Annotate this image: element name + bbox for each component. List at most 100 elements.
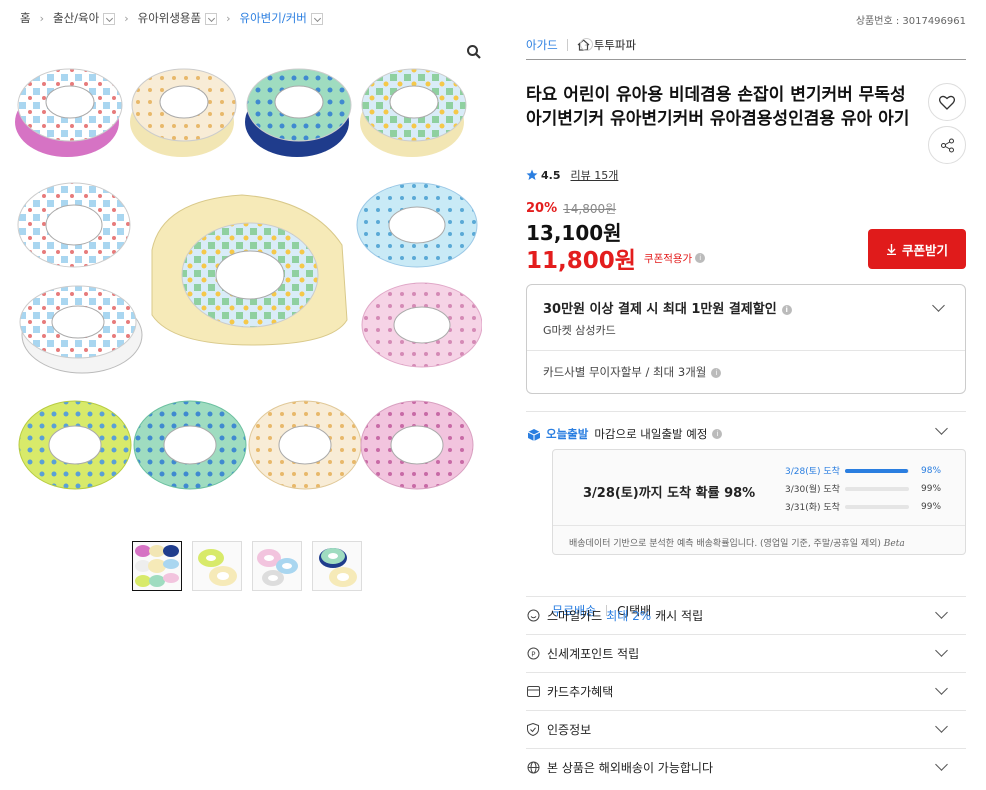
review-link[interactable]: 리뷰 15개 [571, 167, 619, 183]
delivery-probability: 98% [921, 465, 942, 476]
product-number: 상품번호 : 3017496961 [855, 16, 966, 27]
probability-bar [845, 504, 909, 509]
store-name: 투투파파 [593, 37, 637, 52]
coupon-download-button[interactable]: 쿠폰받기 [868, 229, 966, 269]
breadcrumb-category-2[interactable]: 유아위생용품 [138, 10, 201, 26]
info-icon[interactable]: i [712, 429, 723, 439]
store-link[interactable]: 투투파파 › [577, 35, 637, 54]
probability-bar-fill [845, 468, 908, 473]
card-name: G마켓 삼성카드 [543, 324, 616, 337]
coupon-price: 11,800원 [526, 248, 636, 274]
delivery-note-text: 배송데이터 기반으로 분석한 예측 배송확률입니다. (영업일 기준, 주말/공… [569, 539, 881, 549]
thumbnail-1[interactable] [132, 541, 182, 591]
today-shipping-text: 마감으로 내일출발 예정 [594, 427, 708, 441]
wishlist-button[interactable] [928, 83, 966, 121]
delivery-date: 3/30(월) 도착 [785, 485, 840, 495]
card-benefit-title: 30만원 이상 결제 시 최대 1만원 결제할인 i [543, 298, 792, 317]
card-benefit-title-text: 30만원 이상 결제 시 최대 1만원 결제할인 [543, 302, 777, 317]
delivery-probability: 99% [921, 501, 942, 512]
discount-rate: 20% [526, 201, 558, 216]
beta-label: Beta [883, 539, 905, 549]
delivery-date: 3/28(토) 도착 [785, 467, 840, 477]
accordion-shinsegae[interactable]: P 신세계포인트 적립 [526, 634, 966, 672]
credit-card-icon [526, 685, 540, 699]
overseas-label: 본 상품은 해외배송이 가능합니다 [547, 761, 714, 775]
seller-bar: 아가드 투투파파 › [526, 35, 966, 60]
coupon-button-label: 쿠폰받기 [901, 242, 948, 258]
card-extra-label: 카드추가혜택 [547, 685, 614, 699]
chevron-down-icon [935, 606, 948, 619]
share-button[interactable] [928, 126, 966, 164]
rating-score: 4.5 [541, 168, 561, 182]
probability-bar [845, 468, 909, 473]
zoom-icon[interactable] [466, 44, 482, 60]
delivery-headline: 3/28(토)까지 도착 확률 98% [583, 486, 756, 501]
thumbnail-4[interactable] [312, 541, 362, 591]
coupon-price-label: 쿠폰적용가 [643, 252, 693, 265]
chevron-down-icon[interactable] [932, 299, 945, 312]
delivery-note: 배송데이터 기반으로 분석한 예측 배송확률입니다. (영업일 기준, 주말/공… [569, 536, 905, 549]
shield-check-icon [526, 723, 540, 737]
today-shipping-label: 오늘출발 [546, 427, 589, 441]
smile-icon [526, 609, 540, 623]
dropdown-toggle[interactable] [310, 13, 323, 25]
dropdown-toggle[interactable] [103, 13, 116, 25]
installment-info: 카드사별 무이자할부 / 최대 3개월 i [543, 364, 722, 380]
coupon-price-row: 11,800원 쿠폰적용가 i [526, 241, 706, 275]
discount-row: 20% 14,800원 [526, 200, 616, 217]
smilecard-label: 스마일카드 [547, 609, 603, 623]
delivery-box-icon [527, 428, 541, 441]
delivery-row: 3/28(토) 도착 98% [785, 464, 942, 478]
certification-label: 인증정보 [547, 723, 592, 737]
delivery-prediction-box: 3/28(토)까지 도착 확률 98% 3/28(토) 도착 98% 3/30(… [552, 449, 966, 555]
heart-icon [939, 95, 955, 110]
delivery-date: 3/31(화) 도착 [785, 503, 840, 513]
shipping-header: 오늘출발 마감으로 내일출발 예정 i [526, 426, 723, 442]
info-icon[interactable]: i [781, 305, 792, 315]
thumbnail-3[interactable] [252, 541, 302, 591]
product-info-panel: 아가드 투투파파 › 타요 어린이 유아용 비데겸용 손잡이 변기커버 무독성 … [526, 35, 966, 775]
breadcrumb-category-3[interactable]: 유아변기/커버 [240, 10, 307, 26]
breadcrumb-home[interactable]: 홈 [20, 10, 31, 26]
shipping-section: 오늘출발 마감으로 내일출발 예정 i 3/28(토)까지 도착 확률 98% … [526, 411, 966, 618]
product-main-image[interactable] [12, 60, 482, 500]
probability-bar [845, 486, 909, 491]
card-benefit-box: 30만원 이상 결제 시 최대 1만원 결제할인 i G마켓 삼성카드 카드사별 … [526, 284, 966, 394]
original-price: 14,800원 [563, 202, 617, 216]
share-icon [940, 138, 954, 152]
smilecard-rate: 최대 2% [606, 609, 652, 623]
breadcrumb-category-1[interactable]: 출산/육아 [53, 10, 99, 26]
thumbnail-2[interactable] [192, 541, 242, 591]
brand-link[interactable]: 아가드 [526, 37, 558, 53]
chevron-down-icon [935, 644, 948, 657]
chevron-right-icon: › [226, 11, 231, 25]
chevron-right-icon: › [39, 11, 44, 25]
chevron-right-icon: › [124, 11, 129, 25]
dropdown-toggle[interactable] [205, 13, 218, 25]
chevron-down-icon [935, 682, 948, 695]
accordion-card-benefit[interactable]: 카드추가혜택 [526, 672, 966, 710]
thumbnail-list [132, 541, 362, 591]
info-icon[interactable]: i [695, 253, 706, 263]
shinsegae-label: 신세계포인트 적립 [547, 647, 640, 661]
chevron-down-icon [935, 720, 948, 733]
product-title: 타요 어린이 유아용 비데겸용 손잡이 변기커버 무독성 아기변기커 유아변기커… [526, 85, 910, 129]
rating: 4.5 리뷰 15개 [526, 167, 618, 183]
star-icon [526, 169, 538, 180]
accordion-overseas[interactable]: 본 상품은 해외배송이 가능합니다 [526, 748, 966, 786]
info-icon[interactable]: i [711, 368, 722, 378]
delivery-row: 3/30(월) 도착 99% [785, 482, 942, 496]
svg-text:P: P [531, 651, 535, 659]
globe-icon [526, 761, 540, 775]
delivery-row: 3/31(화) 도착 99% [785, 500, 942, 514]
accordion-certification[interactable]: 인증정보 [526, 710, 966, 748]
breadcrumb: 홈 › 출산/육아 › 유아위생용품 › 유아변기/커버 [20, 10, 323, 26]
smilecard-suffix: 캐시 적립 [655, 609, 704, 623]
installment-text: 카드사별 무이자할부 / 최대 3개월 [543, 365, 707, 379]
accordion-smilecard[interactable]: 스마일카드 최대 2% 캐시 적립 [526, 596, 966, 634]
point-icon: P [526, 647, 540, 661]
chevron-down-icon [935, 758, 948, 771]
download-icon [886, 244, 896, 255]
chevron-down-icon[interactable] [935, 422, 948, 435]
delivery-probability: 99% [921, 483, 942, 494]
